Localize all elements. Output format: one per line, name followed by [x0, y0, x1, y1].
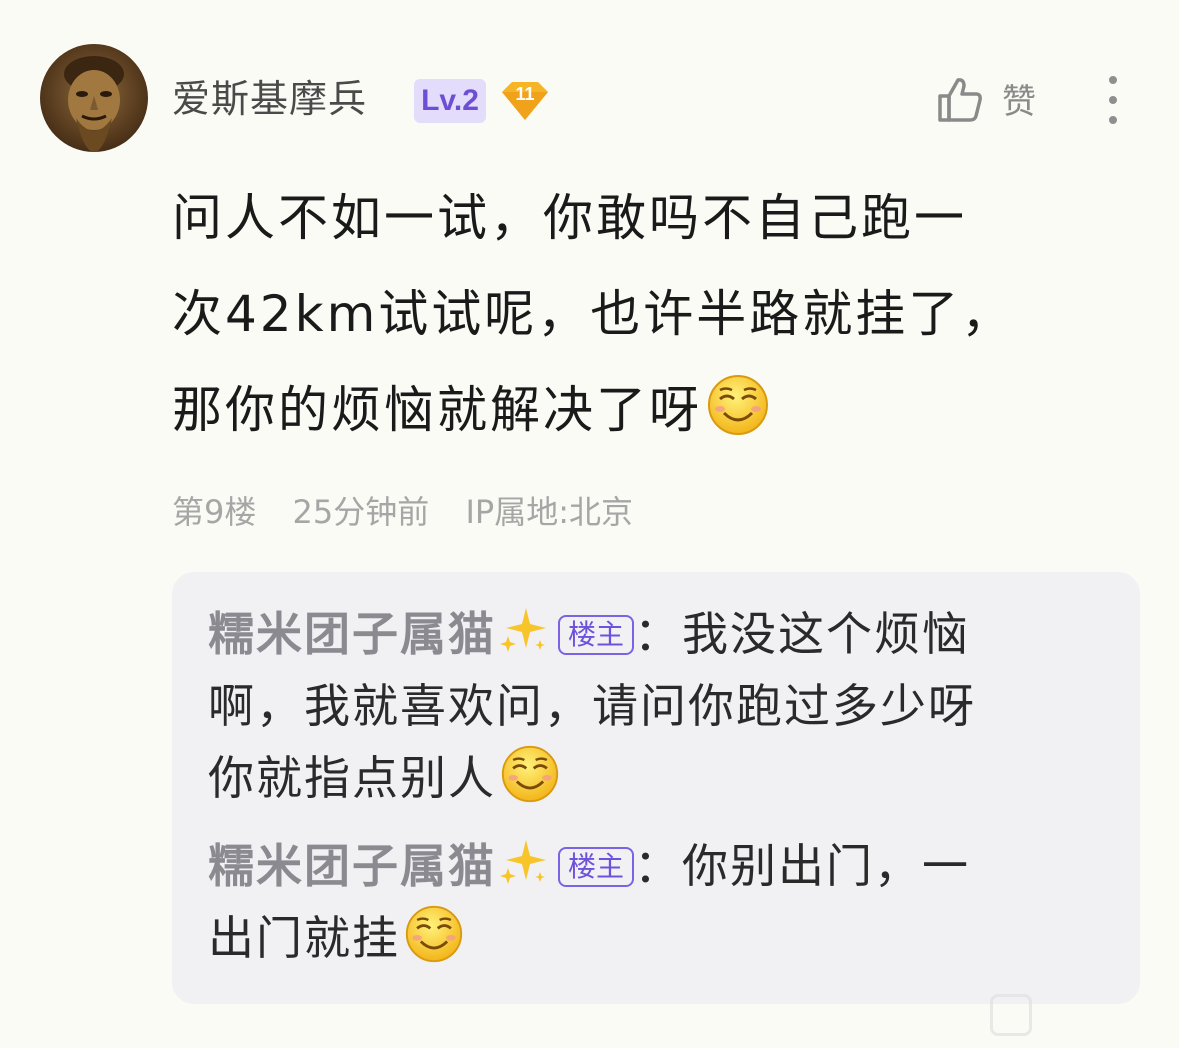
host-tag: 楼主	[558, 615, 635, 655]
like-button[interactable]: 赞	[936, 74, 1048, 128]
grin-emoji-icon	[708, 375, 768, 435]
comment-line: 那你的烦恼就解决了呀	[172, 362, 1112, 458]
reply-box[interactable]: 糯米团子属猫 楼主 ：我没这个烦恼 啊，我就喜欢问，请问你跑过多少呀 你就指点别人…	[172, 572, 1140, 1004]
floor-number: 第9楼	[172, 493, 257, 531]
reply-text: 我没这个烦恼	[682, 607, 971, 661]
watermark-icon	[990, 994, 1032, 1036]
level-badge: Lv.2	[414, 79, 486, 123]
reply-text: 你别出门，一	[682, 839, 971, 893]
reply-author[interactable]: 糯米团子属猫	[208, 607, 496, 661]
sparkles-icon	[500, 840, 546, 884]
reply-item[interactable]: 糯米团子属猫 楼主 ：我没这个烦恼 啊，我就喜欢问，请问你跑过多少呀 你就指点别人	[208, 598, 1098, 814]
comment-text: 问人不如一试，你敢吗不自己跑一 次42km试试呢，也许半路就挂了， 那你的烦恼就…	[172, 170, 1112, 458]
reply-line: 你就指点别人	[208, 742, 1098, 814]
comment-line: 次42km试试呢，也许半路就挂了，	[172, 285, 1015, 343]
comment-meta: 第9楼 25分钟前 IP属地:北京	[172, 488, 659, 536]
fan-badge: 11	[498, 80, 552, 122]
reply-separator: ：	[634, 839, 683, 893]
reply-author[interactable]: 糯米团子属猫	[208, 839, 496, 893]
like-label: 赞	[1002, 82, 1036, 122]
grin-emoji-icon	[501, 745, 559, 803]
comment-line-text: 那你的烦恼就解决了呀	[172, 381, 702, 439]
sparkles-icon	[500, 608, 546, 652]
reply-line: 糯米团子属猫 楼主 ：你别出门，一	[208, 830, 1098, 902]
reply-item[interactable]: 糯米团子属猫 楼主 ：你别出门，一 出门就挂	[208, 830, 1098, 974]
reply-line: 出门就挂	[208, 902, 1098, 974]
comment-line: 问人不如一试，你敢吗不自己跑一	[172, 189, 967, 247]
thumbs-up-icon	[938, 78, 982, 122]
post-time: 25分钟前	[292, 493, 430, 531]
grin-emoji-icon	[405, 905, 463, 963]
reply-line: 糯米团子属猫 楼主 ：我没这个烦恼	[208, 598, 1098, 670]
fan-badge-number: 11	[515, 84, 535, 104]
more-options-icon[interactable]	[1096, 74, 1130, 126]
reply-text: 你就指点别人	[208, 751, 496, 805]
reply-line: 啊，我就喜欢问，请问你跑过多少呀	[208, 679, 976, 733]
reply-separator: ：	[634, 607, 683, 661]
host-tag: 楼主	[558, 847, 635, 887]
avatar-image	[64, 56, 124, 152]
username[interactable]: 爱斯基摩兵	[172, 74, 367, 124]
ip-location: IP属地:北京	[465, 493, 633, 531]
reply-text: 出门就挂	[208, 911, 400, 965]
user-avatar[interactable]	[40, 44, 148, 152]
